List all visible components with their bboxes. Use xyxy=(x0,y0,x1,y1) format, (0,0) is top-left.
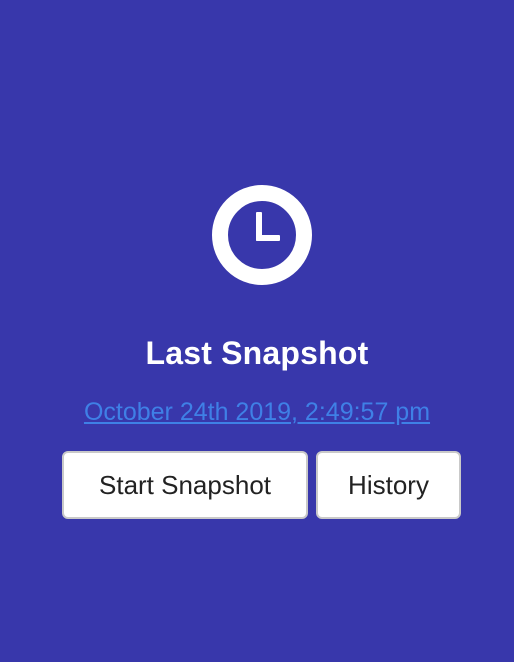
history-button[interactable]: History xyxy=(316,451,461,519)
last-snapshot-timestamp-link[interactable]: October 24th 2019, 2:49:57 pm xyxy=(0,392,514,432)
start-snapshot-button[interactable]: Start Snapshot xyxy=(62,451,308,519)
page-title: Last Snapshot xyxy=(145,335,369,371)
clock-icon xyxy=(212,185,312,285)
snapshot-panel: Last Snapshot October 24th 2019, 2:49:57… xyxy=(0,0,514,662)
action-buttons: Start Snapshot History xyxy=(62,451,461,521)
